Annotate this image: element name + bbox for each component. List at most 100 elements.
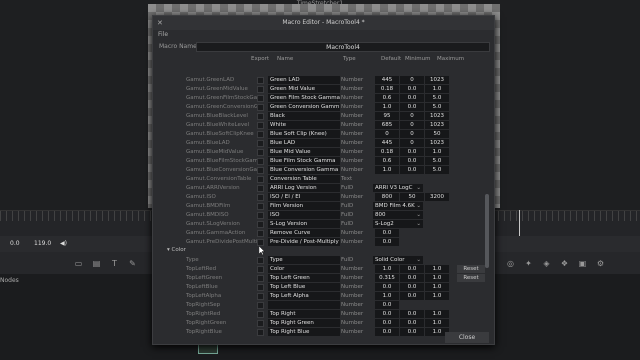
export-checkbox[interactable] [257,311,264,318]
speaker-icon[interactable]: ◀) [60,240,67,247]
tool-icon-r6[interactable]: ⚙ [596,259,605,268]
export-checkbox[interactable] [257,131,264,138]
default-field[interactable]: 445 [375,139,399,147]
maximum-field[interactable]: 5.0 [425,166,449,174]
export-checkbox[interactable] [257,95,264,102]
maximum-field[interactable]: 5.0 [425,103,449,111]
default-field[interactable]: 0.0 [375,310,399,318]
param-name-field[interactable]: Top Left Green [268,274,340,282]
time-end[interactable]: 119.0 [34,240,51,247]
param-name-field[interactable]: Green Conversion Gamm [268,103,340,111]
default-field[interactable]: 0.18 [375,85,399,93]
param-name-field[interactable]: Type [268,256,340,264]
minimum-field[interactable]: 0 [400,121,424,129]
default-field[interactable]: 1.0 [375,292,399,300]
maximum-field[interactable]: 1.0 [425,292,449,300]
minimum-field[interactable]: 0 [400,76,424,84]
tool-icon-r5[interactable]: ▣ [578,259,587,268]
default-field[interactable]: 445 [375,76,399,84]
scrollbar-thumb[interactable] [485,194,489,268]
minimum-field[interactable]: 0.0 [400,292,424,300]
close-button[interactable]: Close [445,332,489,343]
maximum-field[interactable]: 1.0 [425,319,449,327]
minimum-field[interactable]: 0.0 [400,148,424,156]
export-checkbox[interactable] [257,77,264,84]
export-checkbox[interactable] [257,203,264,210]
param-dropdown[interactable]: ARRI V3 LogC ⌄ [373,184,423,192]
export-checkbox[interactable] [257,284,264,291]
param-dropdown[interactable]: 800 ⌄ [373,211,423,219]
export-checkbox[interactable] [257,185,264,192]
tool-icon-r2[interactable]: ✦ [524,259,533,268]
default-field[interactable]: 0.6 [375,94,399,102]
maximum-field[interactable]: 5.0 [425,157,449,165]
default-field[interactable]: 0.0 [375,301,399,309]
default-field[interactable]: 0.0 [375,283,399,291]
param-name-field[interactable]: Top Right [268,310,340,318]
export-checkbox[interactable] [257,293,264,300]
param-name-field[interactable]: Blue Conversion Gamma [268,166,340,174]
param-name-field[interactable]: Blue Mid Value [268,148,340,156]
minimum-field[interactable]: 0 [400,139,424,147]
export-checkbox[interactable] [257,221,264,228]
export-checkbox[interactable] [257,104,264,111]
default-field[interactable]: 1.0 [375,166,399,174]
minimum-field[interactable]: 0.0 [400,283,424,291]
minimum-field[interactable]: 0.0 [400,85,424,93]
param-name-field[interactable]: Blue Soft Clip (Knee) [268,130,340,138]
param-name-field[interactable]: Green Film Stock Gamma [268,94,340,102]
minimum-field[interactable]: 0.0 [400,310,424,318]
param-name-field[interactable]: Conversion Table [268,175,340,183]
param-dropdown[interactable]: Solid Color ⌄ [373,256,423,264]
minimum-field[interactable]: 0 [400,112,424,120]
export-checkbox[interactable] [257,266,264,273]
export-checkbox[interactable] [257,257,264,264]
param-name-field[interactable]: Blue Film Stock Gamma [268,157,340,165]
param-name-field[interactable]: Color [268,265,340,273]
default-field[interactable]: 685 [375,121,399,129]
export-checkbox[interactable] [257,275,264,282]
minimum-field[interactable]: 0.0 [400,94,424,102]
minimum-field[interactable]: 0.0 [400,166,424,174]
maximum-field[interactable]: 3200 [425,193,449,201]
minimum-field[interactable]: 0.0 [400,265,424,273]
export-checkbox[interactable] [257,149,264,156]
param-name-field[interactable] [268,301,340,309]
param-name-field[interactable]: Top Right Green [268,319,340,327]
default-field[interactable]: 800 [375,193,399,201]
param-name-field[interactable]: Black [268,112,340,120]
group-header-color[interactable]: ▾ Color [167,247,186,253]
export-checkbox[interactable] [257,113,264,120]
maximum-field[interactable]: 1.0 [425,265,449,273]
maximum-field[interactable]: 1023 [425,76,449,84]
default-field[interactable]: 0.315 [375,274,399,282]
default-field[interactable]: 0.0 [375,319,399,327]
minimum-field[interactable]: 0.0 [400,103,424,111]
minimum-field[interactable]: 0.0 [400,319,424,327]
tool-icon-r3[interactable]: ◈ [542,259,551,268]
param-name-field[interactable]: Top Left Alpha [268,292,340,300]
paint-tool-icon[interactable]: ✎ [128,259,137,268]
default-field[interactable]: 1.0 [375,103,399,111]
time-start[interactable]: 0.0 [10,240,20,247]
minimum-field[interactable]: 0.0 [400,157,424,165]
maximum-field[interactable]: 1.0 [425,148,449,156]
tool-icon-r1[interactable]: ◎ [506,259,515,268]
param-dropdown[interactable]: BMD Film 4.6K ⌄ [373,202,423,210]
default-field[interactable]: 0.6 [375,157,399,165]
default-field[interactable]: 0.0 [375,229,399,237]
minimum-field[interactable]: 0.0 [400,274,424,282]
default-field[interactable]: 0.0 [375,238,399,246]
text-tool-icon[interactable]: T [110,259,119,268]
param-name-field[interactable]: S-Log Version [268,220,340,228]
maximum-field[interactable]: 1.0 [425,274,449,282]
maximum-field[interactable]: 1023 [425,121,449,129]
export-checkbox[interactable] [257,158,264,165]
param-name-field[interactable]: Green Mid Value [268,85,340,93]
tool-icon-r4[interactable]: ❖ [560,259,569,268]
minimum-field[interactable]: 0 [400,130,424,138]
export-checkbox[interactable] [257,140,264,147]
param-name-field[interactable]: Pre-Divide / Post-Multiply [268,238,340,246]
param-name-field[interactable]: White [268,121,340,129]
param-name-field[interactable]: ISO / EI / EI [268,193,340,201]
